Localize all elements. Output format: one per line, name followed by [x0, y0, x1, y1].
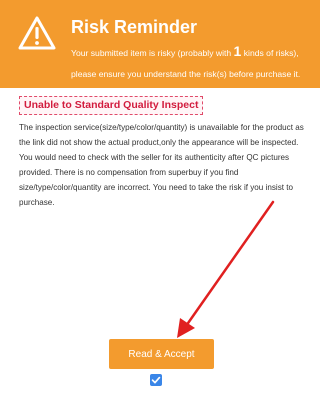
- risk-message-pre: Your submitted item is risky (probably w…: [71, 48, 234, 58]
- risk-description: The inspection service(size/type/color/q…: [19, 123, 304, 207]
- agree-checkbox[interactable]: [150, 374, 162, 386]
- checkmark-icon: [151, 376, 161, 384]
- read-accept-button[interactable]: Read & Accept: [109, 339, 214, 369]
- risk-message: Your submitted item is risky (probably w…: [71, 41, 315, 85]
- risk-tag: Unable to Standard Quality Inspect: [19, 96, 204, 115]
- warning-icon: [18, 16, 56, 50]
- risk-header: Risk Reminder Your submitted item is ris…: [0, 0, 320, 88]
- header-title: Risk Reminder: [71, 17, 198, 37]
